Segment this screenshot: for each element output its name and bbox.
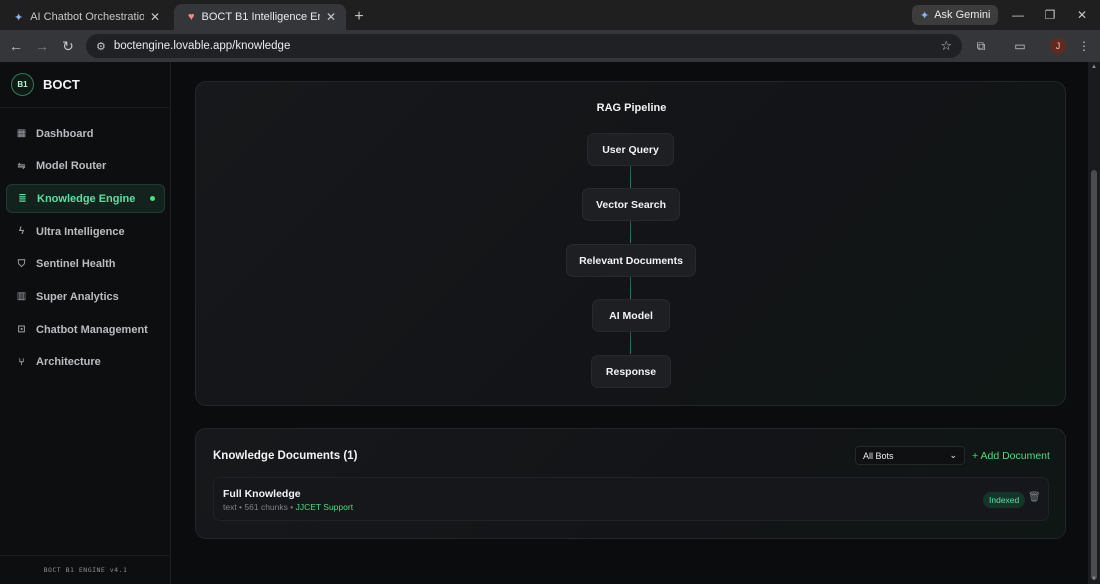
status-badge: Indexed <box>983 492 1026 508</box>
divider <box>0 107 171 108</box>
sidebar: B1 BOCT ▦ Dashboard ⇋ Model Router ≣ Kno… <box>0 62 171 584</box>
pipeline-step-ai-model: AI Model <box>592 299 670 332</box>
brand[interactable]: B1 BOCT <box>11 73 80 96</box>
router-icon: ⇋ <box>17 160 26 172</box>
reload-icon[interactable]: ↻ <box>55 33 81 59</box>
pipeline-step-user-query: User Query <box>587 133 674 166</box>
document-name: Full Knowledge <box>223 488 301 500</box>
cast-icon[interactable]: ▭ <box>1011 37 1029 55</box>
knowledge-documents-title: Knowledge Documents (1) <box>213 450 358 462</box>
back-arrow-icon[interactable]: ← <box>3 33 29 59</box>
scroll-up-icon[interactable]: ▲ <box>1091 64 1097 70</box>
url-text: boctengine.lovable.app/knowledge <box>113 40 291 52</box>
close-icon[interactable]: ✕ <box>326 10 336 24</box>
sidebar-item-label: Model Router <box>36 160 107 173</box>
sidebar-item-chatbot-management[interactable]: ⊡ Chatbot Management <box>6 315 165 344</box>
chevron-down-icon: ⌄ <box>949 450 957 460</box>
gemini-spark-icon: ✦ <box>14 11 24 24</box>
browser-toolbar: ← → ↻ ⚙ boctengine.lovable.app/knowledge… <box>0 30 1100 62</box>
bolt-icon: ϟ <box>18 226 25 238</box>
sidebar-item-label: Super Analytics <box>36 290 119 303</box>
document-meta-text: text • 561 chunks • <box>223 502 296 512</box>
pipeline-connector <box>630 166 631 188</box>
divider <box>0 555 171 556</box>
extensions-icon[interactable]: ⧉ <box>972 37 990 55</box>
brand-name: BOCT <box>43 77 80 92</box>
sidebar-item-label: Knowledge Engine <box>37 192 136 205</box>
lovable-heart-icon: ♥ <box>188 11 195 23</box>
sidebar-item-label: Architecture <box>36 356 101 369</box>
grid-icon: ▦ <box>16 128 27 139</box>
document-bot-link[interactable]: JJCET Support <box>296 502 353 512</box>
sidebar-item-knowledge-engine[interactable]: ≣ Knowledge Engine <box>6 184 165 214</box>
active-indicator-dot <box>150 196 155 202</box>
sidebar-item-label: Dashboard <box>36 127 94 140</box>
bot-icon: ⊡ <box>17 324 26 336</box>
profile-avatar[interactable]: J <box>1050 38 1066 54</box>
bot-filter-select[interactable]: All Bots ⌄ <box>855 446 965 465</box>
pipeline-step-relevant-documents: Relevant Documents <box>566 244 696 277</box>
pipeline-step-response: Response <box>591 355 671 388</box>
sidebar-item-architecture[interactable]: ⑂ Architecture <box>6 348 165 377</box>
sidebar-item-label: Chatbot Management <box>36 323 148 336</box>
app-root: B1 BOCT ▦ Dashboard ⇋ Model Router ≣ Kno… <box>0 62 1100 584</box>
bookmark-star-icon[interactable]: ☆ <box>940 38 952 54</box>
sidebar-item-sentinel-health[interactable]: ⛉ Sentinel Health <box>6 250 165 279</box>
bar-chart-icon: ▥ <box>16 291 27 303</box>
forward-arrow-icon[interactable]: → <box>29 33 55 59</box>
pipeline-connector <box>630 277 631 299</box>
restore-icon[interactable]: ❐ <box>1040 5 1060 25</box>
new-tab-button[interactable]: + <box>346 4 372 30</box>
sidebar-nav: ▦ Dashboard ⇋ Model Router ≣ Knowledge E… <box>6 119 165 381</box>
sidebar-item-super-analytics[interactable]: ▥ Super Analytics <box>6 282 165 311</box>
bot-filter-value: All Bots <box>863 450 894 461</box>
database-icon: ≣ <box>18 193 27 205</box>
engine-version: BOCT B1 ENGINE v4.1 <box>43 566 128 574</box>
close-icon[interactable]: ✕ <box>150 10 160 24</box>
scrollbar-thumb[interactable] <box>1091 170 1097 580</box>
pipeline-step-vector-search: Vector Search <box>582 188 680 221</box>
rag-pipeline-title: RAG Pipeline <box>596 102 667 114</box>
git-branch-icon: ⑂ <box>18 356 25 368</box>
sidebar-item-label: Sentinel Health <box>36 258 116 271</box>
pipeline-connector <box>630 221 631 243</box>
sidebar-item-label: Ultra Intelligence <box>36 225 125 238</box>
site-settings-icon[interactable]: ⚙ <box>96 40 106 53</box>
rag-pipeline-card: RAG Pipeline User Query Vector Search Re… <box>195 81 1066 406</box>
browser-tab-1[interactable]: ✦ AI Chatbot Orchestration: Critic ✕ <box>0 4 170 30</box>
sidebar-item-model-router[interactable]: ⇋ Model Router <box>6 152 165 181</box>
pipeline-connector <box>630 332 631 354</box>
document-meta: text • 561 chunks • JJCET Support <box>223 502 353 512</box>
knowledge-documents-card: Knowledge Documents (1) All Bots ⌄ + Add… <box>195 428 1066 539</box>
add-document-button[interactable]: + Add Document <box>972 450 1050 462</box>
window-close-icon[interactable]: ✕ <box>1072 5 1092 25</box>
tab-title: BOCT B1 Intelligence Engine <box>201 11 320 23</box>
shield-icon: ⛉ <box>17 258 26 270</box>
gemini-spark-icon: ✦ <box>920 9 930 22</box>
brand-badge: B1 <box>11 73 34 96</box>
menu-kebab-icon[interactable]: ⋮ <box>1075 37 1093 55</box>
ask-gemini-label: Ask Gemini <box>934 9 991 21</box>
sidebar-item-dashboard[interactable]: ▦ Dashboard <box>6 119 165 148</box>
ask-gemini-button[interactable]: ✦ Ask Gemini <box>912 5 999 25</box>
sidebar-item-ultra-intelligence[interactable]: ϟ Ultra Intelligence <box>6 217 165 246</box>
trash-icon[interactable]: 🗑 <box>1028 492 1041 503</box>
browser-tab-2[interactable]: ♥ BOCT B1 Intelligence Engine ✕ <box>174 4 346 30</box>
scroll-down-icon[interactable]: ▼ <box>1091 576 1097 582</box>
document-row[interactable]: Full Knowledge text • 561 chunks • JJCET… <box>213 477 1049 521</box>
address-bar[interactable]: ⚙ boctengine.lovable.app/knowledge ☆ <box>86 34 962 58</box>
minimize-icon[interactable]: — <box>1008 5 1028 25</box>
page-scrollbar[interactable]: ▲ ▼ <box>1088 62 1100 584</box>
tab-title: AI Chatbot Orchestration: Critic <box>30 11 144 23</box>
